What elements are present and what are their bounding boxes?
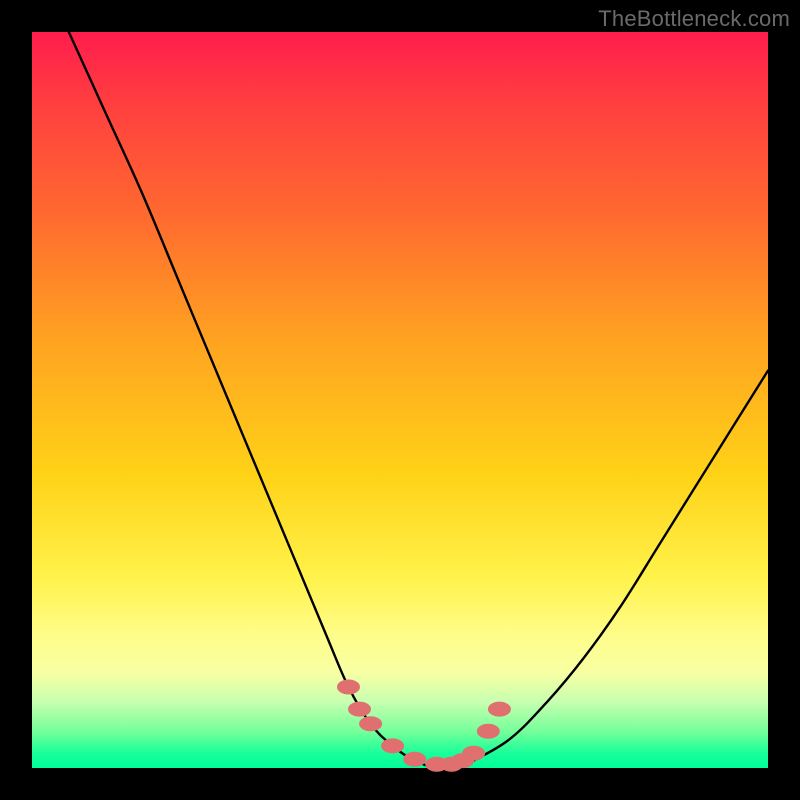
curve-marker <box>382 739 404 753</box>
curve-markers <box>338 680 511 771</box>
bottleneck-curve <box>69 32 768 769</box>
curve-marker <box>360 717 382 731</box>
curve-marker <box>488 702 510 716</box>
curve-marker <box>477 724 499 738</box>
chart-frame: TheBottleneck.com <box>0 0 800 800</box>
curve-marker <box>463 746 485 760</box>
curve-layer <box>32 32 768 768</box>
curve-marker <box>349 702 371 716</box>
watermark-text: TheBottleneck.com <box>598 6 790 32</box>
curve-marker <box>404 752 426 766</box>
plot-area <box>32 32 768 768</box>
curve-marker <box>338 680 360 694</box>
